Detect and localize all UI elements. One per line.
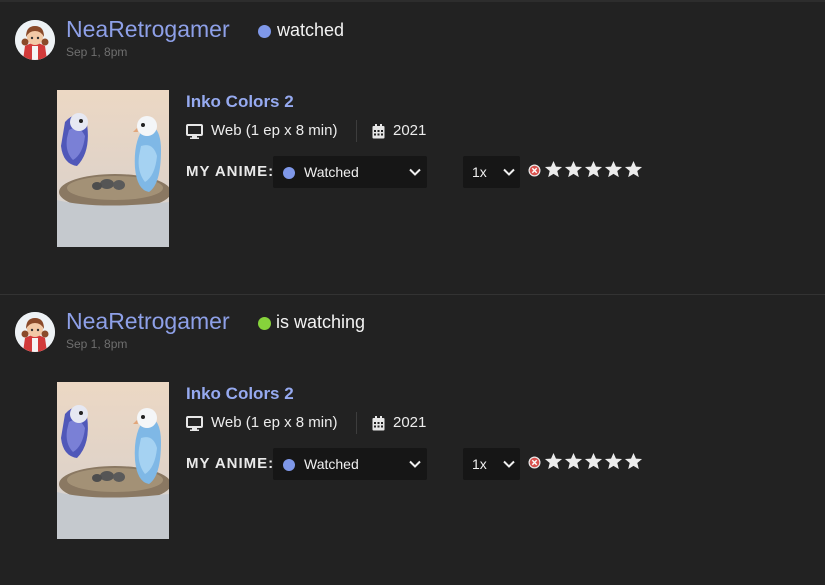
activity-card: NeaRetrogamer is watching Sep 1, 8pm Ink… [0,294,825,585]
star-icon[interactable] [604,452,623,471]
activity-status-dot [258,25,271,38]
status-color-dot [283,459,295,471]
chevron-down-icon [409,168,421,176]
meta-divider [356,120,357,142]
calendar-icon [372,416,385,431]
avatar[interactable] [15,312,55,352]
anime-cover-image[interactable] [57,382,169,539]
status-color-dot [283,167,295,179]
anime-format: Web (1 ep x 8 min) [211,122,338,139]
star-icon[interactable] [544,452,563,471]
watch-status-select[interactable]: Watched [273,156,427,188]
monitor-icon [186,124,203,139]
star-icon[interactable] [584,452,603,471]
activity-status-text: is watching [276,312,366,332]
anime-year: 2021 [393,122,427,139]
watch-status-value: Watched [304,456,359,472]
anime-format: Web (1 ep x 8 min) [211,414,338,431]
my-anime-label: MY ANIME: [186,455,275,472]
watch-status-select[interactable]: Watched [273,448,427,480]
anime-year: 2021 [393,414,427,431]
star-icon[interactable] [584,160,603,179]
star-icon[interactable] [564,452,583,471]
star-icon[interactable] [624,160,643,179]
username-link[interactable]: NeaRetrogamer [66,16,230,43]
activity-status-text: watched [277,20,345,40]
rating-stars[interactable] [544,452,643,472]
chevron-down-icon [503,168,515,176]
activity-timestamp: Sep 1, 8pm [66,337,128,351]
rewatch-count-value: 1x [472,456,487,472]
chevron-down-icon [409,460,421,468]
star-icon[interactable] [624,452,643,471]
rewatch-count-value: 1x [472,164,487,180]
my-anime-label: MY ANIME: [186,163,275,180]
anime-title-link[interactable]: Inko Colors 2 [186,384,294,404]
top-border [0,0,825,2]
avatar[interactable] [15,20,55,60]
rewatch-count-select[interactable]: 1x [463,156,520,188]
meta-divider [356,412,357,434]
activity-card: NeaRetrogamer watched Sep 1, 8pm Inko Co… [0,3,825,293]
clear-rating-icon[interactable] [528,456,541,469]
star-icon[interactable] [604,160,623,179]
anime-title-link[interactable]: Inko Colors 2 [186,92,294,112]
rewatch-count-select[interactable]: 1x [463,448,520,480]
star-icon[interactable] [544,160,563,179]
clear-rating-icon[interactable] [528,164,541,177]
username-link[interactable]: NeaRetrogamer [66,308,230,335]
rating-stars[interactable] [544,160,643,180]
star-icon[interactable] [564,160,583,179]
calendar-icon [372,124,385,139]
activity-status-dot [258,317,271,330]
activity-timestamp: Sep 1, 8pm [66,45,128,59]
monitor-icon [186,416,203,431]
watch-status-value: Watched [304,164,359,180]
chevron-down-icon [503,460,515,468]
anime-cover-image[interactable] [57,90,169,247]
